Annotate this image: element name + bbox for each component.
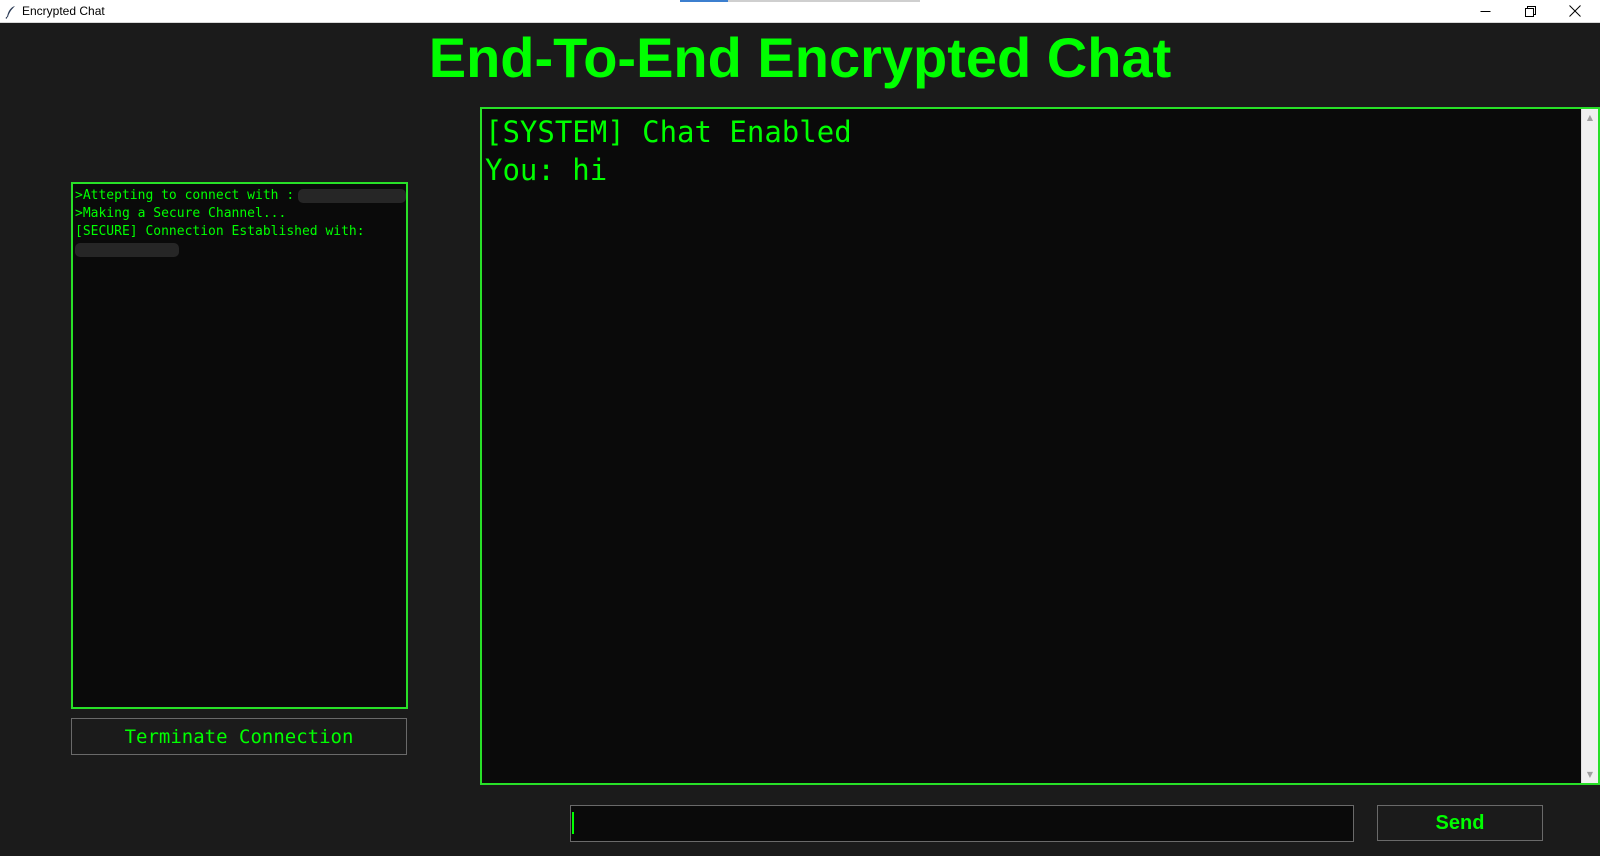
log-line-text: >Attepting to connect with : <box>75 188 295 203</box>
connection-log-panel[interactable]: >Attepting to connect with : >Making a S… <box>71 182 408 709</box>
restore-button[interactable] <box>1507 0 1553 22</box>
chat-message: [SYSTEM] Chat Enabled <box>485 115 852 149</box>
log-line: [SECURE] Connection Established with: <box>75 223 404 241</box>
feather-icon <box>5 4 17 19</box>
log-line-text: >Making a Secure Channel... <box>75 206 287 221</box>
text-cursor <box>572 812 574 834</box>
redacted-address <box>298 188 406 203</box>
taskbar-indicator <box>680 0 920 2</box>
scroll-up-icon[interactable]: ▲ <box>1582 109 1598 126</box>
page-title: End-To-End Encrypted Chat <box>428 26 1172 89</box>
chat-messages: [SYSTEM] Chat Enabled You: hi <box>485 113 852 189</box>
window-titlebar: Encrypted Chat <box>0 0 1600 23</box>
window-title: Encrypted Chat <box>22 4 105 18</box>
redacted-address <box>75 242 179 257</box>
log-line: >Making a Secure Channel... <box>75 205 404 223</box>
chat-message: You: hi <box>485 153 608 187</box>
send-button[interactable]: Send <box>1377 805 1543 841</box>
taskbar-indicator-active <box>680 0 728 2</box>
terminate-connection-button[interactable]: Terminate Connection <box>71 718 407 755</box>
message-input[interactable] <box>570 805 1354 842</box>
close-icon <box>1569 2 1581 21</box>
restore-icon <box>1524 2 1536 21</box>
log-line-text: [SECURE] Connection Established with: <box>75 224 365 239</box>
scroll-down-icon[interactable]: ▼ <box>1582 766 1598 783</box>
log-line: >Attepting to connect with : <box>75 187 406 205</box>
log-line <box>75 241 404 259</box>
chat-display[interactable]: [SYSTEM] Chat Enabled You: hi ▲ ▼ <box>480 107 1600 785</box>
chat-scrollbar[interactable]: ▲ ▼ <box>1581 109 1598 783</box>
minimize-icon <box>1480 2 1491 21</box>
close-button[interactable] <box>1552 0 1598 22</box>
minimize-button[interactable] <box>1462 0 1508 22</box>
